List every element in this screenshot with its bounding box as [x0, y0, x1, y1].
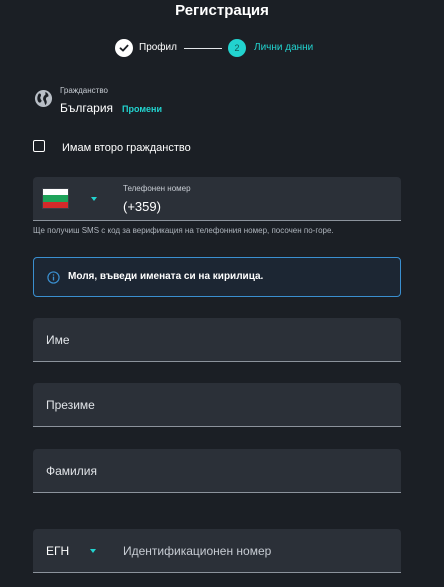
chevron-down-icon: [90, 549, 96, 553]
phone-number-value[interactable]: (+359): [123, 199, 161, 214]
citizenship-caption: Гражданство: [60, 86, 108, 95]
change-citizenship-link[interactable]: Промени: [122, 104, 162, 114]
page-title: Регистрация: [175, 2, 269, 19]
citizenship-value: България: [60, 101, 114, 115]
cyrillic-info-box: Моля, въведи имената си на кирилица.: [33, 257, 401, 297]
second-citizenship-label[interactable]: Имам второ гражданство: [62, 142, 191, 154]
phone-country-select[interactable]: [33, 177, 109, 221]
cyrillic-info-text: Моля, въведи имената си на кирилица.: [68, 271, 264, 282]
registration-stepper: Профил 2 Лични данни: [115, 39, 345, 59]
phone-number-label: Телефонен номер: [123, 184, 191, 193]
first-name-placeholder: Име: [46, 333, 70, 347]
step-active-number: 2: [228, 39, 246, 57]
id-type-label: ЕГН: [46, 544, 70, 558]
globe-icon: [34, 89, 53, 108]
registration-page: Регистрация Профил 2 Лични данни Граждан…: [0, 0, 444, 587]
middle-name-field[interactable]: Презиме: [33, 383, 401, 427]
step-connector: [184, 48, 222, 49]
last-name-field[interactable]: Фамилия: [33, 449, 401, 493]
second-citizenship-checkbox[interactable]: [33, 140, 45, 152]
step-profile-label[interactable]: Профил: [139, 42, 177, 53]
bulgaria-flag-icon: [42, 188, 69, 209]
id-number-field[interactable]: Идентификационен номер: [109, 529, 401, 573]
step-completed-check-icon[interactable]: [115, 39, 133, 57]
step-personal-data-label: Лични данни: [254, 42, 314, 53]
id-number-placeholder: Идентификационен номер: [123, 544, 272, 558]
sms-verification-hint: Ще получиш SMS с код за верификация на т…: [33, 226, 334, 235]
middle-name-placeholder: Презиме: [46, 398, 95, 412]
chevron-down-icon: [91, 197, 97, 201]
last-name-placeholder: Фамилия: [46, 464, 97, 478]
id-type-select[interactable]: ЕГН: [33, 529, 109, 573]
phone-number-field[interactable]: Телефонен номер (+359): [109, 177, 401, 221]
first-name-field[interactable]: Име: [33, 318, 401, 362]
info-icon: [47, 271, 60, 284]
